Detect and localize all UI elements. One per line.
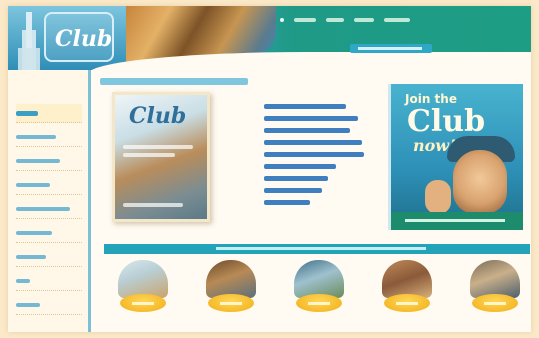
promo-photo-hand	[425, 180, 451, 214]
feature-link-list	[264, 104, 376, 212]
feature-tiles	[112, 258, 530, 328]
feature-tile[interactable]	[200, 258, 260, 320]
magazine-blurb	[123, 153, 175, 157]
magazine-cover[interactable]: Club	[112, 92, 210, 222]
sidebar-item[interactable]	[16, 272, 82, 291]
tile-image	[206, 260, 256, 298]
header-nav	[280, 18, 410, 22]
header-nav-link[interactable]	[384, 18, 410, 22]
sidebar-item[interactable]	[16, 152, 82, 171]
tile-image	[118, 260, 168, 298]
sidebar-item-label	[16, 183, 50, 187]
header-search-button[interactable]	[350, 44, 432, 53]
feature-link[interactable]	[264, 188, 322, 193]
feature-link[interactable]	[264, 176, 328, 181]
sidebar-item[interactable]	[16, 296, 82, 315]
tile-label-pill	[472, 294, 518, 312]
tile-label-pill	[296, 294, 342, 312]
feature-link[interactable]	[264, 164, 336, 169]
feature-link[interactable]	[264, 104, 346, 109]
sidebar-item-label	[16, 207, 70, 211]
section-title	[216, 247, 426, 250]
sidebar-item-label	[16, 135, 56, 139]
feature-tile[interactable]	[376, 258, 436, 320]
feature-tile[interactable]	[464, 258, 524, 320]
sidebar-item[interactable]	[16, 224, 82, 243]
feature-link[interactable]	[264, 152, 364, 157]
sidebar-nav	[8, 70, 91, 332]
magazine-title: Club	[129, 103, 187, 129]
sidebar-item[interactable]	[16, 128, 82, 147]
nav-bullet	[280, 18, 284, 22]
sidebar-item-label	[16, 111, 38, 116]
membership-promo-banner[interactable]: Join the Club now!	[388, 84, 523, 230]
sidebar-item-label	[16, 159, 60, 163]
tower-icon	[18, 12, 40, 70]
sidebar-divider	[88, 70, 91, 332]
breadcrumb	[100, 78, 248, 85]
header-nav-link[interactable]	[294, 18, 316, 22]
page-frame: Club Club Join the Club now!	[8, 6, 531, 332]
tile-label-pill	[208, 294, 254, 312]
magazine-blurb	[123, 203, 183, 207]
tile-image	[470, 260, 520, 298]
sidebar-item-home[interactable]	[16, 104, 82, 123]
promo-photo-face	[453, 150, 507, 214]
feature-tile[interactable]	[288, 258, 348, 320]
sidebar-item-label	[16, 255, 46, 259]
sidebar-item-label	[16, 303, 40, 307]
sidebar-item[interactable]	[16, 200, 82, 219]
sidebar-item[interactable]	[16, 248, 82, 267]
tile-label-pill	[384, 294, 430, 312]
promo-line-2: Club	[407, 104, 486, 139]
site-logo[interactable]: Club	[44, 12, 114, 62]
sidebar-item[interactable]	[16, 176, 82, 195]
header-nav-link[interactable]	[354, 18, 374, 22]
logo-text: Club	[55, 26, 113, 52]
site-header: Club	[8, 6, 531, 76]
tile-image	[382, 260, 432, 298]
feature-link[interactable]	[264, 200, 310, 205]
feature-tile[interactable]	[112, 258, 172, 320]
magazine-blurb	[123, 145, 193, 149]
feature-link[interactable]	[264, 140, 362, 145]
sidebar-item-label	[16, 231, 52, 235]
tile-image	[294, 260, 344, 298]
section-heading-bar	[104, 244, 530, 254]
promo-footer-band	[391, 212, 523, 230]
feature-link[interactable]	[264, 128, 350, 133]
sidebar-item-label	[16, 279, 30, 283]
tile-label-pill	[120, 294, 166, 312]
feature-link[interactable]	[264, 116, 358, 121]
header-nav-link[interactable]	[326, 18, 344, 22]
